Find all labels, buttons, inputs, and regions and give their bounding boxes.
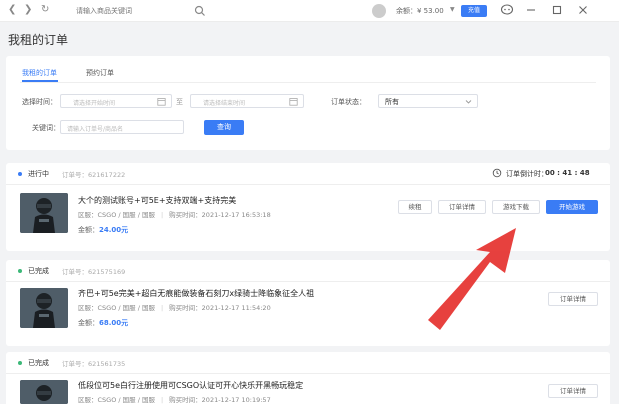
order-id: 订单号：621561735: [62, 360, 126, 368]
countdown-value: 00 : 41 : 48: [545, 169, 590, 177]
order-card: 已完成 订单号：621561735 低段位可5e白行注册使用可CSGO认证可开心…: [6, 352, 610, 404]
product-thumbnail[interactable]: [20, 193, 68, 233]
keyword-input[interactable]: 请输入订单号/商品名: [60, 120, 184, 134]
active-tab-indicator: [22, 80, 58, 82]
renew-button[interactable]: 续租: [398, 200, 432, 214]
product-thumbnail[interactable]: [20, 288, 68, 328]
game-download-button[interactable]: 游戏下载: [492, 200, 540, 214]
top-bar: ❮ ❯ ↻ 余额：¥ 53.00 ▼ 充值: [0, 0, 619, 22]
keyword-label: 关键词：: [32, 124, 60, 132]
order-header: 进行中 订单号：621617222 订单倒计时： 00 : 41 : 48: [6, 163, 610, 185]
product-title[interactable]: 低段位可5e白行注册使用可CSGO认证可开心快乐开黑畅玩稳定: [78, 380, 303, 391]
order-region: 区服：CSGO / 国服 / 国服: [78, 396, 155, 404]
status-dot: [18, 361, 22, 365]
end-time-input[interactable]: 请选择结束时间: [190, 94, 304, 108]
amount-value: 24.00元: [99, 226, 129, 234]
minimize-icon[interactable]: [524, 3, 538, 17]
order-time: 购买时间：2021-12-17 11:54:20: [169, 304, 271, 312]
order-id: 订单号：621575169: [62, 268, 126, 276]
start-time-placeholder: 请选择开始时间: [73, 100, 116, 107]
order-status: 进行中: [28, 170, 49, 178]
order-meta: 区服：CSGO / 国服 / 国服 | 购买时间：2021-12-17 11:54:…: [78, 304, 271, 312]
refresh-icon[interactable]: ↻: [41, 4, 49, 16]
order-meta: 区服：CSGO / 国服 / 国服 | 购买时间：2021-12-17 16:53:…: [78, 211, 271, 219]
balance-text: 余额：¥ 53.00: [396, 7, 444, 15]
keyword-placeholder: 请输入订单号/商品名: [67, 126, 124, 133]
status-dot: [18, 269, 22, 273]
balance-dropdown-icon[interactable]: ▼: [450, 6, 455, 13]
page-title: 我租的订单: [8, 33, 69, 47]
range-separator: 至: [176, 98, 183, 106]
chevron-down-icon: [465, 100, 472, 104]
tab-divider: [20, 82, 596, 83]
status-select-value: 所有: [385, 98, 399, 106]
time-label: 选择时间：: [22, 98, 57, 106]
order-detail-button[interactable]: 订单详情: [548, 292, 598, 306]
search-input[interactable]: [62, 3, 212, 19]
order-id: 订单号：621617222: [62, 171, 126, 179]
start-game-button[interactable]: 开始游戏: [546, 200, 598, 214]
status-dot: [18, 172, 22, 176]
amount-value: 68.00元: [99, 319, 129, 327]
order-status: 已完成: [28, 267, 49, 275]
forward-icon[interactable]: ❯: [24, 4, 32, 16]
status-select[interactable]: 所有: [378, 94, 478, 108]
countdown-label: 订单倒计时：: [506, 170, 548, 178]
end-time-placeholder: 请选择结束时间: [203, 100, 246, 107]
maximize-icon[interactable]: [550, 3, 564, 17]
order-time: 购买时间：2021-12-17 10:19:57: [169, 396, 271, 404]
amount-label: 金额：: [78, 319, 99, 327]
product-title[interactable]: 齐巴+可5e完美+超白无痕能做装备石刻刀x绿骑士降临象征全人祖: [78, 288, 314, 299]
back-icon[interactable]: ❮: [8, 4, 16, 16]
order-status: 已完成: [28, 359, 49, 367]
character-image: [20, 380, 68, 404]
calendar-icon: [157, 98, 166, 106]
order-region: 区服：CSGO / 国服 / 国服: [78, 304, 155, 312]
product-thumbnail[interactable]: [20, 380, 68, 404]
message-icon[interactable]: [500, 3, 514, 17]
order-meta: 区服：CSGO / 国服 / 国服 | 购买时间：2021-12-17 10:19:…: [78, 396, 271, 404]
avatar[interactable]: [372, 4, 386, 18]
recharge-button[interactable]: 充值: [461, 5, 487, 17]
tab-my-orders[interactable]: 我租的订单: [22, 68, 57, 78]
order-time: 购买时间：2021-12-17 16:53:18: [169, 211, 271, 219]
order-card: 已完成 订单号：621575169 齐巴+可5e完美+超白无痕能做装备石刻刀x绿…: [6, 260, 610, 346]
order-card: 进行中 订单号：621617222 订单倒计时： 00 : 41 : 48 大个…: [6, 163, 610, 251]
close-icon[interactable]: [576, 3, 590, 17]
order-detail-button[interactable]: 订单详情: [548, 384, 598, 398]
order-detail-button[interactable]: 订单详情: [438, 200, 486, 214]
status-label: 订单状态：: [331, 98, 366, 106]
tab-reservations[interactable]: 预约订单: [86, 68, 114, 78]
filter-card: 我租的订单 预约订单 选择时间： 请选择开始时间 至 请选择结束时间 订单状态：…: [6, 56, 610, 150]
order-header: 已完成 订单号：621575169: [6, 260, 610, 282]
order-amount: 金额：68.00元: [78, 318, 128, 328]
start-time-input[interactable]: 请选择开始时间: [60, 94, 172, 108]
search-icon[interactable]: [194, 5, 206, 17]
order-header: 已完成 订单号：621561735: [6, 352, 610, 374]
calendar-icon: [289, 98, 298, 106]
amount-label: 金额：: [78, 226, 99, 234]
search-box: [62, 3, 212, 19]
query-button[interactable]: 查询: [204, 120, 244, 135]
character-image: [20, 288, 68, 328]
character-image: [20, 193, 68, 233]
timer-icon: [492, 168, 502, 178]
order-region: 区服：CSGO / 国服 / 国服: [78, 211, 155, 219]
product-title[interactable]: 大个的测试账号+可5E+支持双端+支持完美: [78, 195, 236, 206]
order-amount: 金额：24.00元: [78, 225, 128, 235]
